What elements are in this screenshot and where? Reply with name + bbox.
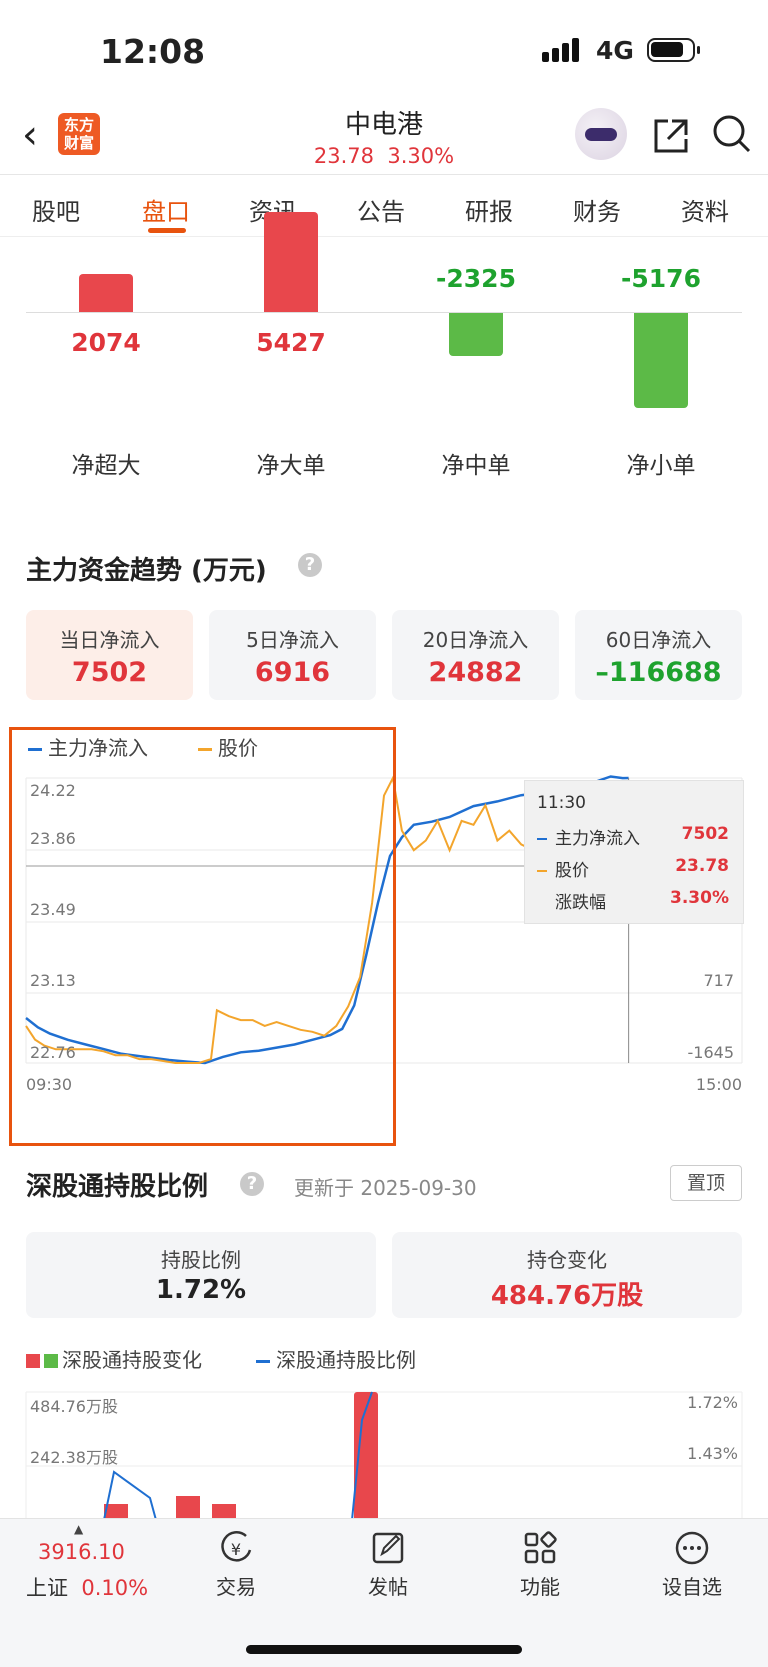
- svg-text:¥: ¥: [231, 1540, 241, 1559]
- tooltip-pct-value: 3.30%: [670, 888, 729, 908]
- highlight-box: [9, 727, 396, 1146]
- index-value[interactable]: 3916.10: [38, 1540, 125, 1564]
- grid-icon: [524, 1531, 557, 1564]
- tooltip-price-value: 23.78: [675, 856, 729, 876]
- card-value: 1.72%: [155, 1275, 247, 1305]
- index-change: 0.10%: [81, 1576, 149, 1600]
- tooltip-price-label: 股价: [555, 861, 589, 881]
- legend-hold-ratio: 深股通持股比例: [256, 1344, 416, 1373]
- x-tick-end: 15:00: [695, 1075, 742, 1094]
- nav-label: 功能: [520, 1575, 560, 1599]
- card-value: 484.76万股: [490, 1281, 644, 1311]
- card-label: 持股比例: [161, 1248, 241, 1272]
- home-indicator: [246, 1645, 522, 1654]
- chart-tooltip: 11:30 主力净流入 7502 股价 23.78 涨跌幅 3.30%: [524, 780, 744, 924]
- nav-trade[interactable]: ¥ 交易: [186, 1530, 286, 1600]
- legend-hold-ratio-label: 深股通持股比例: [276, 1348, 416, 1372]
- hk-y-right-tick: 1.43%: [687, 1444, 738, 1463]
- trade-icon: ¥: [221, 1531, 252, 1562]
- tooltip-flow-value: 7502: [681, 824, 729, 844]
- collapse-up-icon[interactable]: ▲: [74, 1522, 83, 1536]
- help-icon[interactable]: ?: [240, 1172, 264, 1196]
- position-change-card: 持仓变化 484.76万股: [392, 1232, 742, 1318]
- y-right-tick: -1645: [687, 1043, 735, 1062]
- nav-functions[interactable]: 功能: [490, 1530, 590, 1600]
- tooltip-flow-label: 主力净流入: [555, 829, 640, 849]
- updated-date: 更新于 2025-09-30: [294, 1176, 477, 1200]
- tooltip-pct-row: 涨跌幅 3.30%: [537, 888, 729, 913]
- hk-y-left-tick: 242.38万股: [30, 1448, 118, 1467]
- tooltip-flow-row: 主力净流入 7502: [537, 824, 729, 849]
- hold-ratio-card: 持股比例 1.72%: [26, 1232, 376, 1318]
- pin-button[interactable]: 置顶: [670, 1165, 742, 1201]
- more-icon: [675, 1531, 709, 1565]
- nav-label: 设自选: [662, 1575, 722, 1599]
- nav-post[interactable]: 发帖: [338, 1530, 438, 1600]
- nav-add-watchlist[interactable]: 设自选: [642, 1530, 742, 1600]
- nav-label: 发帖: [368, 1575, 408, 1599]
- tooltip-pct-label: 涨跌幅: [555, 893, 606, 913]
- tooltip-price-row: 股价 23.78: [537, 856, 729, 881]
- nav-label: 交易: [216, 1575, 256, 1599]
- legend-hold-change-label: 深股通持股变化: [62, 1348, 202, 1372]
- card-label: 持仓变化: [527, 1248, 607, 1272]
- index-name: 上证: [26, 1576, 68, 1600]
- index-row[interactable]: 上证 0.10%: [26, 1572, 148, 1602]
- edit-icon: [372, 1532, 404, 1564]
- hold-bar: [176, 1496, 200, 1520]
- legend-hold-change: 深股通持股变化: [26, 1344, 202, 1373]
- tooltip-time: 11:30: [537, 793, 586, 813]
- y-right-tick: 717: [703, 971, 734, 990]
- hk-title: 深股通持股比例: [26, 1172, 209, 1202]
- hk-y-right-tick: 1.72%: [687, 1393, 738, 1412]
- hk-y-left-tick: 484.76万股: [30, 1397, 118, 1416]
